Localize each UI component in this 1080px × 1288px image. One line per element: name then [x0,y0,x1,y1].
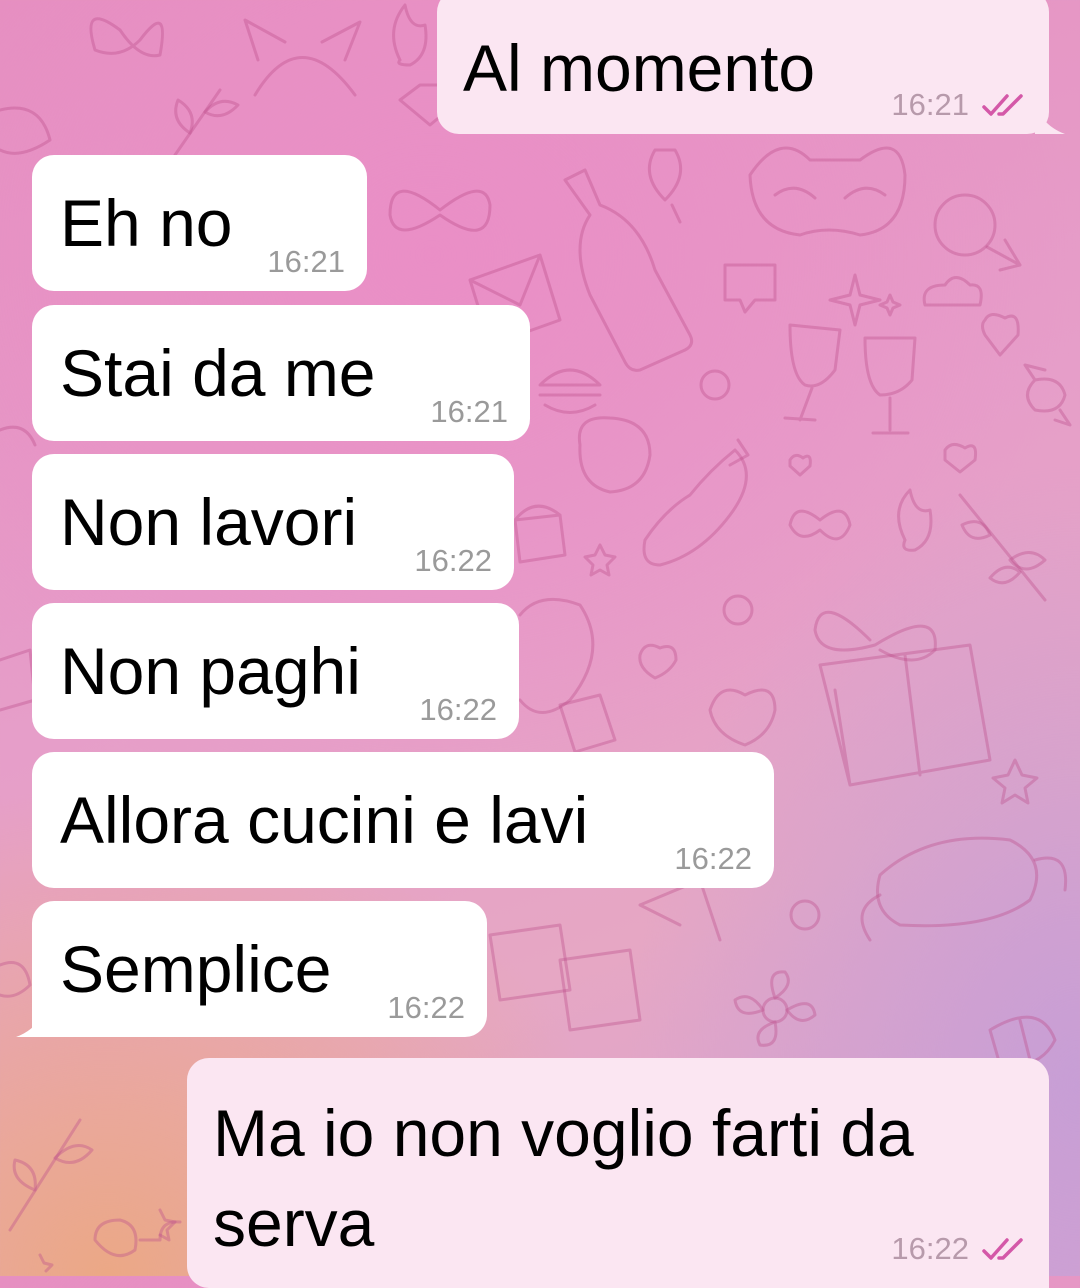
message-text: Allora cucini e lavi [60,783,589,857]
bubble-tail [16,1007,46,1037]
message-timestamp: 16:21 [891,87,969,122]
message-timestamp: 16:22 [674,841,752,876]
message-bubble-incoming[interactable]: Allora cucini e lavi 16:22 [32,752,774,888]
message-bubble-incoming[interactable]: Stai da me 16:21 [32,305,530,441]
message-timestamp: 16:22 [414,543,492,578]
message-timestamp: 16:22 [419,692,497,727]
message-bubble-incoming[interactable]: Non lavori 16:22 [32,454,514,590]
message-bubble-incoming[interactable]: Non paghi 16:22 [32,603,519,739]
message-timestamp: 16:22 [387,990,465,1025]
message-bubble-outgoing[interactable]: Ma io non voglio farti da serva 16:22 [187,1058,1049,1288]
double-check-icon [982,94,1023,116]
message-bubble-incoming[interactable]: Eh no 16:21 [32,155,367,291]
message-bubble-outgoing[interactable]: Al momento 16:21 [437,0,1065,134]
message-bubble-incoming[interactable]: Semplice 16:22 [16,901,487,1037]
message-timestamp: 16:21 [267,244,345,279]
double-check-icon [982,1238,1023,1260]
bubble-tail [1035,104,1065,134]
message-timestamp: 16:21 [430,394,508,429]
message-timestamp: 16:22 [891,1231,969,1266]
